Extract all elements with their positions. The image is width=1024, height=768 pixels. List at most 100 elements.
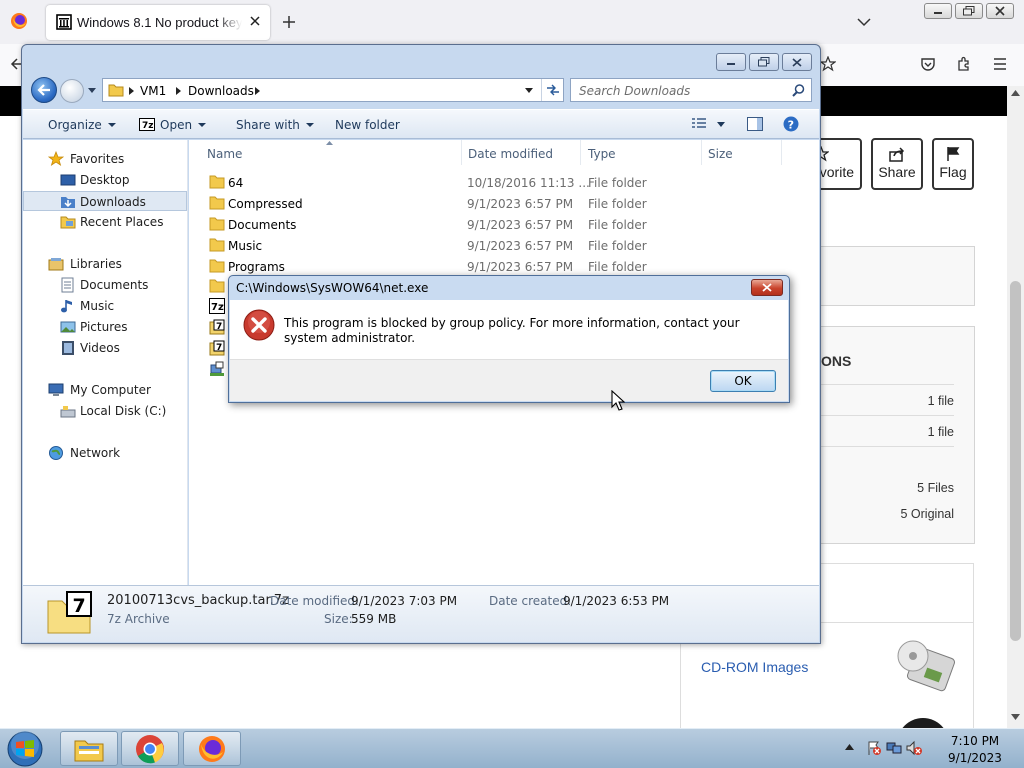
cdrom-collection-image[interactable] [893,636,955,698]
column-header-type[interactable]: Type [588,147,616,161]
7zip-archive-icon[interactable]: 7 [209,340,225,356]
column-divider[interactable] [580,140,581,165]
nav-pictures[interactable]: Pictures [23,317,187,337]
back-button[interactable] [31,77,57,103]
folder-icon[interactable] [209,279,225,293]
show-hidden-icons-icon[interactable] [845,744,854,750]
download-option-row[interactable]: 5 Original [821,507,955,521]
chevron-down-icon[interactable] [856,15,872,29]
nav-documents[interactable]: Documents [23,275,187,295]
share-with-button[interactable]: Share with [236,118,314,132]
firefox-icon [199,735,225,762]
change-view-icon[interactable] [691,117,707,131]
open-button[interactable]: 7z Open [139,118,207,132]
nav-videos[interactable]: Videos [23,338,187,358]
taskbar-explorer-button[interactable] [60,731,118,766]
nav-desktop[interactable]: Desktop [23,170,187,190]
search-icon[interactable] [792,84,805,97]
column-divider[interactable] [701,140,702,165]
scroll-up-icon[interactable] [1011,90,1020,96]
browser-tab[interactable]: Windows 8.1 No product key re [46,5,270,40]
file-row[interactable]: Compressed 9/1/2023 6:57 PM File folder [189,193,819,214]
file-row[interactable]: Programs 9/1/2023 6:57 PM File folder [189,256,819,277]
address-history-dropdown-icon[interactable] [525,88,533,94]
nav-local-disk[interactable]: Local Disk (C:) [23,401,187,421]
bookmark-star-icon[interactable] [820,56,836,72]
breadcrumb-item[interactable]: VM1 [140,84,166,98]
search-input[interactable]: Search Downloads [570,78,812,102]
new-tab-icon[interactable] [281,14,297,30]
extensions-icon[interactable] [956,56,972,72]
help-icon[interactable]: ? [783,116,799,132]
breadcrumb-chevron-icon[interactable] [176,87,181,95]
nav-downloads[interactable]: Downloads [23,191,187,211]
forward-button[interactable] [60,79,84,103]
network-icon[interactable] [886,740,902,756]
page-scrollbar[interactable] [1007,86,1024,728]
nav-label: Videos [80,341,120,355]
flag-button[interactable]: Flag [932,138,974,190]
preview-pane-icon[interactable] [747,117,763,131]
column-header-date-modified[interactable]: Date modified [468,147,553,161]
nav-network[interactable]: Network [23,443,187,463]
7zip-icon[interactable]: 7z [209,298,225,314]
navigation-pane: Favorites Desktop Downloads Recent Place… [23,140,188,585]
file-name: Documents [228,218,297,232]
breadcrumb-chevron-icon[interactable] [129,87,134,95]
download-option-row[interactable]: 5 Files [821,481,954,495]
view-options-dropdown-icon[interactable] [717,122,725,127]
download-option-row[interactable]: 1 file [821,394,954,408]
column-divider[interactable] [461,140,462,165]
nav-my-computer[interactable]: My Computer [23,380,187,400]
file-name: Compressed [228,197,303,211]
refresh-button[interactable] [541,79,564,101]
pocket-icon[interactable] [920,56,936,72]
nav-recent-places[interactable]: Recent Places [23,212,187,232]
installer-icon[interactable] [209,361,225,377]
minimize-button[interactable] [716,53,746,71]
dialog-close-button[interactable] [751,279,783,296]
recent-pages-dropdown-icon[interactable] [88,88,96,94]
firefox-logo-icon[interactable] [10,12,28,30]
cdrom-images-link[interactable]: CD-ROM Images [701,659,808,675]
breadcrumb-item[interactable]: Downloads [188,84,254,98]
taskbar-firefox-button[interactable] [183,731,241,766]
file-row[interactable]: 64 10/18/2016 11:13 ... File folder [189,172,819,193]
nav-music[interactable]: Music [23,296,187,316]
address-bar[interactable]: VM1 Downloads [102,78,564,102]
close-tab-icon[interactable] [248,14,262,28]
share-button[interactable]: Share [871,138,923,190]
close-button[interactable] [782,53,812,71]
clock-time[interactable]: 7:10 PM [940,734,1010,748]
ok-button[interactable]: OK [710,370,776,392]
file-row[interactable]: Music 9/1/2023 6:57 PM File folder [189,235,819,256]
download-option-row[interactable]: 1 file [821,425,954,439]
action-center-flag-icon[interactable] [866,740,882,756]
scrollbar-thumb[interactable] [1010,281,1021,641]
clock-date[interactable]: 9/1/2023 [940,751,1010,765]
scroll-down-icon[interactable] [1011,714,1020,720]
column-divider[interactable] [781,140,782,165]
column-header-name[interactable]: Name [207,147,242,161]
maximize-button[interactable] [749,53,779,71]
close-button[interactable] [986,3,1014,19]
breadcrumb-chevron-icon[interactable] [255,87,260,95]
browser-tab-bar: Windows 8.1 No product key re [0,0,1024,44]
volume-muted-icon[interactable] [906,740,922,756]
new-folder-button[interactable]: New folder [335,118,400,132]
restore-button[interactable] [955,3,983,19]
start-button[interactable] [6,730,44,768]
hamburger-menu-icon[interactable] [992,57,1008,71]
file-row[interactable]: Documents 9/1/2023 6:57 PM File folder [189,214,819,235]
7zip-archive-icon[interactable]: 7 [209,319,225,335]
minimize-button[interactable] [924,3,952,19]
nav-favorites[interactable]: Favorites [23,149,187,169]
nav-libraries[interactable]: Libraries [23,254,187,274]
column-header-size[interactable]: Size [708,147,733,161]
taskbar-chrome-button[interactable] [121,731,179,766]
folder-icon [209,175,225,189]
organize-button[interactable]: Organize [48,118,116,132]
svg-text:7: 7 [216,343,222,353]
nav-label: Recent Places [80,215,164,229]
error-dialog: C:\Windows\SysWOW64\net.exe This program… [228,275,790,403]
